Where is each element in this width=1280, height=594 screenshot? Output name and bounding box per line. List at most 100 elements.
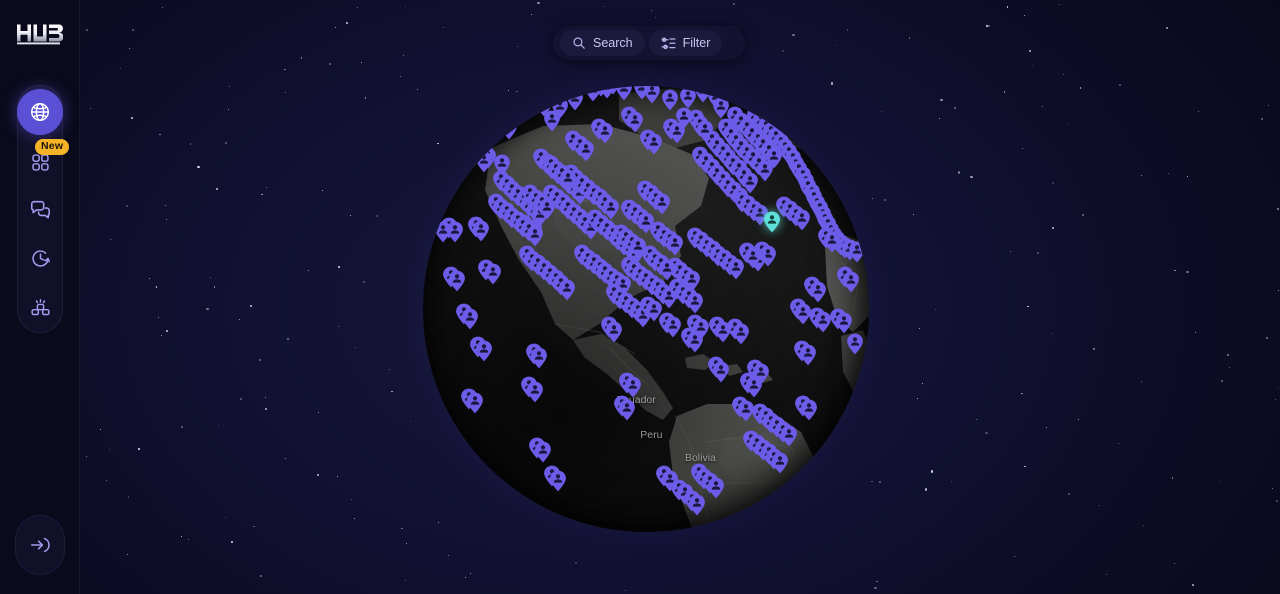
globe-pin[interactable] — [708, 477, 725, 499]
star — [834, 45, 836, 47]
globe-pin[interactable] — [643, 86, 660, 104]
globe-pin[interactable] — [713, 361, 730, 383]
globe-pin[interactable] — [659, 259, 676, 281]
globe-pin[interactable] — [697, 120, 714, 142]
globe-pin[interactable] — [616, 86, 633, 101]
globe-pin[interactable] — [461, 308, 478, 330]
globe-pin[interactable] — [539, 198, 556, 220]
globe-visualization[interactable]: MaliEcuadorPeruBolivia — [397, 60, 895, 558]
globe-pin[interactable] — [500, 118, 517, 140]
star — [416, 88, 419, 91]
globe-pin[interactable] — [846, 333, 863, 355]
star — [361, 62, 363, 64]
globe-pin[interactable] — [689, 494, 706, 516]
globe-pin[interactable] — [534, 441, 551, 463]
globe-pin[interactable] — [683, 270, 700, 292]
star — [259, 574, 262, 578]
star — [391, 390, 393, 393]
star — [126, 553, 128, 555]
sidebar-item-messages[interactable] — [17, 186, 63, 232]
star — [164, 205, 166, 207]
globe-pin[interactable] — [476, 151, 493, 173]
star — [189, 143, 192, 145]
star — [126, 205, 129, 208]
star — [1276, 208, 1280, 211]
star — [307, 269, 309, 271]
globe-pin[interactable] — [772, 452, 789, 474]
sidebar-item-globe[interactable] — [17, 89, 63, 135]
star — [655, 17, 657, 19]
globe-pin[interactable] — [619, 399, 636, 421]
star — [161, 335, 163, 337]
star — [442, 26, 444, 28]
star — [1028, 49, 1031, 52]
globe-pin[interactable] — [473, 220, 490, 242]
globe-pin[interactable] — [835, 312, 852, 334]
globe-pin[interactable] — [625, 376, 642, 398]
globe-pin[interactable] — [466, 392, 483, 414]
globe-pin[interactable] — [843, 271, 860, 293]
star — [1227, 354, 1229, 356]
star — [938, 117, 941, 120]
globe-pin[interactable] — [665, 316, 682, 338]
globe-pin[interactable] — [686, 331, 703, 353]
star — [159, 133, 161, 136]
star — [239, 318, 241, 320]
grid-icon — [31, 153, 49, 171]
star — [258, 359, 261, 362]
globe-pin[interactable] — [475, 340, 492, 362]
sign-in-button[interactable] — [15, 515, 65, 575]
globe-pin[interactable] — [824, 231, 841, 253]
globe-pin[interactable] — [449, 270, 466, 292]
star — [355, 346, 357, 348]
globe-pin[interactable] — [668, 122, 685, 144]
globe-pin[interactable] — [606, 321, 623, 343]
star — [1106, 573, 1108, 575]
star — [871, 480, 873, 483]
globe-pin[interactable] — [799, 344, 816, 366]
globe-pin[interactable] — [654, 193, 671, 215]
globe-pin[interactable] — [484, 263, 501, 285]
globe-pin[interactable] — [597, 122, 614, 144]
globe-pin[interactable] — [848, 241, 865, 263]
star — [265, 396, 267, 398]
globe-pin[interactable] — [550, 470, 567, 492]
globe-pin[interactable] — [646, 133, 663, 155]
globe-pin[interactable] — [526, 381, 543, 403]
sidebar-item-history[interactable] — [17, 235, 63, 281]
filter-button[interactable]: Filter — [648, 30, 723, 56]
globe-pin[interactable] — [793, 209, 810, 231]
hub-logo[interactable] — [17, 22, 63, 46]
star — [1142, 524, 1144, 526]
globe-pin[interactable] — [566, 89, 583, 111]
globe-pin[interactable] — [560, 169, 577, 191]
sidebar-item-leaderboard[interactable] — [17, 284, 63, 330]
star — [1092, 347, 1095, 350]
globe-pin[interactable] — [686, 292, 703, 314]
globe-pin[interactable] — [810, 281, 827, 303]
star — [157, 316, 160, 319]
globe-pin[interactable] — [780, 425, 797, 447]
globe-pin[interactable] — [745, 247, 762, 269]
star — [1031, 65, 1033, 67]
star — [1009, 250, 1012, 253]
globe-pin[interactable] — [435, 221, 452, 243]
app-root: MaliEcuadorPeruBolivia — [0, 0, 1280, 594]
star — [1063, 74, 1065, 76]
globe-pin[interactable] — [559, 279, 576, 301]
globe-sphere[interactable]: MaliEcuadorPeruBolivia — [423, 86, 869, 532]
globe-pin[interactable] — [801, 399, 818, 421]
globe-pin[interactable] — [795, 303, 812, 325]
star — [346, 22, 348, 24]
star — [89, 107, 92, 110]
star — [286, 338, 290, 341]
star — [162, 6, 164, 8]
globe-pin[interactable] — [756, 160, 773, 182]
globe-pin[interactable] — [531, 347, 548, 369]
search-button[interactable]: Search — [560, 30, 645, 56]
globe-pin[interactable] — [732, 323, 749, 345]
star — [469, 573, 471, 575]
globe-pin-selected[interactable] — [764, 211, 781, 233]
globe-pin[interactable] — [526, 225, 543, 247]
globe-pin[interactable] — [577, 140, 594, 162]
